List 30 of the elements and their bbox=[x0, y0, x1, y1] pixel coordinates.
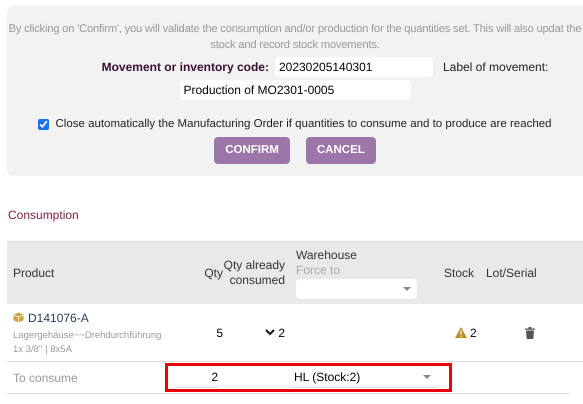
column-header: Product bbox=[13, 265, 56, 282]
product-link[interactable]: D141076-A bbox=[28, 308, 89, 326]
section-title: Consumption bbox=[8, 207, 80, 224]
dropdown-caret-icon bbox=[403, 286, 411, 290]
column-header: Qty already consumed bbox=[223, 258, 285, 288]
column-header: Qty bbox=[203, 265, 223, 282]
movement-code-field[interactable]: 20230205140301 bbox=[274, 57, 433, 77]
column-header: Warehouse bbox=[296, 248, 358, 262]
table-cell-text: 5 bbox=[215, 324, 223, 342]
table-cell-text: 2 bbox=[278, 324, 285, 342]
notice-text: By clicking on 'Confirm', you will validate the consumption and/or production for the quantities set. This will also updat the stock and record stock movements. bbox=[8, 22, 582, 53]
trash-icon[interactable] bbox=[525, 326, 535, 338]
table-cell-text: 2 bbox=[470, 324, 477, 342]
to-consume-label: To consume bbox=[13, 370, 79, 386]
movement-code-label: Movement or inventory code: bbox=[102, 59, 269, 76]
dropdown-caret-icon bbox=[423, 375, 431, 379]
cancel-button[interactable]: CANCEL bbox=[306, 137, 376, 164]
movement-label-label: Label of movement: bbox=[442, 59, 548, 76]
chevron-down-icon[interactable] bbox=[265, 329, 276, 336]
auto-close-checkbox[interactable] bbox=[38, 119, 50, 130]
force-to-label: Force to bbox=[296, 262, 342, 278]
confirm-button[interactable]: CONFIRM bbox=[214, 137, 290, 164]
warehouse-select[interactable]: HL (Stock:2) bbox=[290, 368, 437, 388]
column-header: Lot/Serial bbox=[486, 265, 537, 282]
box-icon bbox=[13, 312, 24, 323]
auto-close-label: Close automatically the Manufacturing Order if quantities to consume and to produce are reached bbox=[55, 117, 552, 132]
qty-to-consume-field[interactable]: 2 bbox=[175, 368, 218, 388]
column-header: Stock bbox=[444, 265, 476, 282]
product-description: Lagergehäuse~~Drehdurchführung 1x 3/8'' | 8x5A bbox=[13, 328, 162, 356]
movement-label-field[interactable]: Production of MO2301-0005 bbox=[180, 80, 410, 100]
